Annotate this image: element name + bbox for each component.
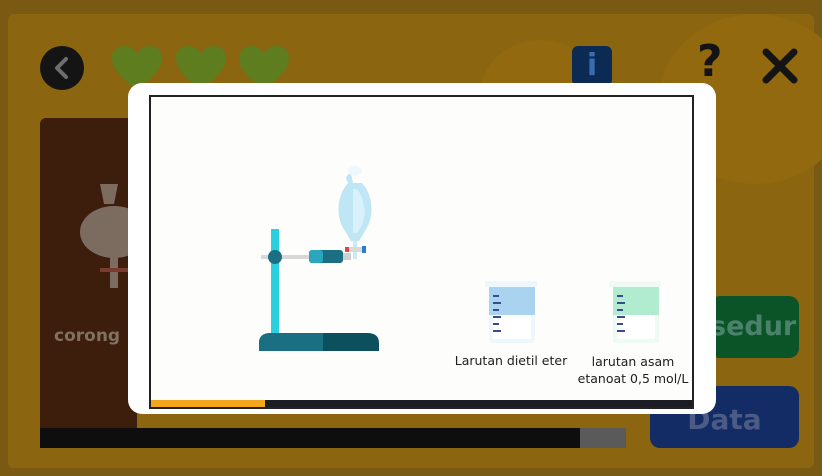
separatory-funnel-apparatus bbox=[259, 166, 379, 351]
animation-progress-bar bbox=[151, 400, 692, 407]
game-progress-bar bbox=[40, 428, 586, 448]
beaker-icon bbox=[485, 281, 537, 343]
game-progress-remainder bbox=[580, 428, 626, 448]
animation-progress-fill bbox=[151, 400, 265, 407]
separatory-funnel-icon bbox=[338, 166, 372, 259]
procedure-button[interactable]: sedur bbox=[710, 296, 799, 358]
back-button[interactable] bbox=[40, 46, 84, 90]
chevron-left-icon bbox=[55, 57, 68, 79]
close-icon[interactable] bbox=[760, 46, 800, 86]
clamp-knob bbox=[268, 250, 282, 264]
beaker-icon bbox=[609, 281, 661, 343]
equipment-panel bbox=[40, 118, 144, 440]
info-button[interactable]: i bbox=[572, 46, 612, 86]
stand-rod bbox=[271, 229, 279, 339]
equipment-label: corong bbox=[54, 326, 121, 346]
beaker-label: Larutan dietil eter bbox=[454, 353, 568, 368]
help-button[interactable]: ? bbox=[697, 36, 723, 87]
animation-canvas: Larutan dietil eter larutan asam etanoat… bbox=[149, 95, 694, 409]
beaker-label: larutan asam etanoat 0,5 mol/L bbox=[577, 354, 689, 386]
